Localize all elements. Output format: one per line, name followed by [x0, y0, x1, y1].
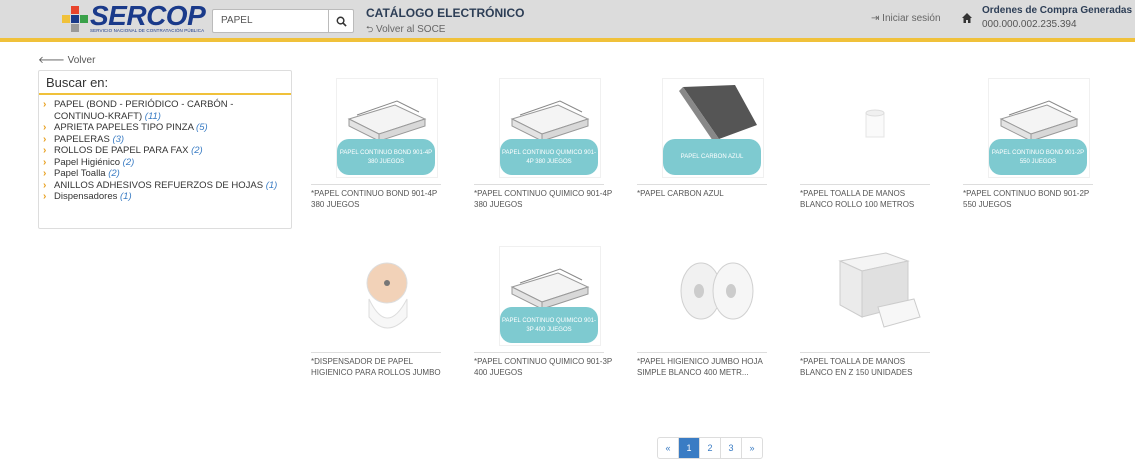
divider	[311, 352, 441, 353]
sercop-logo[interactable]: SERCOP SERVICIO NACIONAL DE CONTRATACIÓN…	[62, 0, 206, 34]
product-name[interactable]: *PAPEL HIGIENICO JUMBO HOJA SIMPLE BLANC…	[637, 356, 777, 378]
towel-roll-image[interactable]	[825, 78, 927, 178]
paper-box-image[interactable]: PAPEL CONTINUO BOND 901-2P 550 JUEGOS	[988, 78, 1090, 178]
orders-value: 000.000.002.235.394	[982, 19, 1077, 30]
product-card[interactable]: *PAPEL TOALLA DE MANOS BLANCO ROLLO 100 …	[800, 78, 930, 218]
product-name[interactable]: *DISPENSADOR DE PAPEL HIGIENICO PARA ROL…	[311, 356, 451, 378]
catalog-title: CATÁLOGO ELECTRÓNICO	[366, 6, 525, 20]
product-card[interactable]: PAPEL CONTINUO BOND 901-4P 380 JUEGOS *P…	[311, 78, 441, 218]
jumbo-rolls-image[interactable]	[662, 246, 764, 346]
z-towels-image[interactable]	[825, 246, 927, 346]
product-name[interactable]: *PAPEL CONTINUO QUIMICO 901-4P 380 JUEGO…	[474, 188, 614, 210]
product-card[interactable]: PAPEL CONTINUO QUIMICO 901-4P 380 JUEGOS…	[474, 78, 612, 218]
divider	[800, 352, 930, 353]
filter-item[interactable]: › ROLLOS DE PAPEL PARA FAX (2)	[43, 145, 287, 157]
back-arrow-icon: ⮌	[366, 24, 374, 34]
chevron-right-icon: ›	[43, 179, 47, 191]
pagination-page[interactable]: 2	[700, 438, 721, 458]
product-card[interactable]: PAPEL CARBON AZUL *PAPEL CARBON AZUL	[637, 78, 767, 218]
chevron-right-icon: ›	[43, 99, 47, 110]
divider	[637, 352, 767, 353]
filter-panel: Buscar en: › PAPEL (BOND - PERIÓDICO - CA…	[38, 70, 292, 229]
product-card[interactable]: *DISPENSADOR DE PAPEL HIGIENICO PARA ROL…	[311, 246, 441, 386]
divider	[963, 184, 1093, 185]
product-name[interactable]: *PAPEL CONTINUO BOND 901-4P 380 JUEGOS	[311, 188, 451, 210]
login-label: Iniciar sesión	[882, 13, 941, 24]
filter-item[interactable]: › ANILLOS ADHESIVOS REFUERZOS DE HOJAS (1…	[43, 180, 287, 192]
filter-item[interactable]: › Papel Toalla (2)	[43, 168, 287, 180]
product-name[interactable]: *PAPEL TOALLA DE MANOS BLANCO ROLLO 100 …	[800, 188, 940, 210]
pagination-page[interactable]: 1	[679, 438, 700, 458]
product-name[interactable]: *PAPEL CONTINUO BOND 901-2P 550 JUEGOS	[963, 188, 1103, 210]
login-link[interactable]: ⇥ Iniciar sesión	[871, 13, 941, 24]
filter-item[interactable]: › Dispensadores (1)	[43, 191, 287, 203]
chevron-right-icon: ›	[43, 156, 47, 168]
product-card[interactable]: *PAPEL TOALLA DE MANOS BLANCO EN Z 150 U…	[800, 246, 930, 386]
product-card[interactable]: *PAPEL HIGIENICO JUMBO HOJA SIMPLE BLANC…	[637, 246, 767, 386]
paper-box-image[interactable]: PAPEL CONTINUO BOND 901-4P 380 JUEGOS	[336, 78, 438, 178]
back-label: Volver	[67, 55, 96, 66]
divider	[637, 184, 767, 185]
paper-box-image[interactable]: PAPEL CONTINUO QUIMICO 901-4P 380 JUEGOS	[499, 78, 601, 178]
arrow-left-icon: 🡐	[38, 55, 65, 66]
dispenser-image[interactable]	[336, 246, 438, 346]
home-icon[interactable]	[961, 12, 973, 24]
product-pill: PAPEL CONTINUO BOND 901-2P 550 JUEGOS	[989, 139, 1087, 175]
pagination-page[interactable]: 3	[721, 438, 742, 458]
logo-subtitle: SERVICIO NACIONAL DE CONTRATACIÓN PÚBLIC…	[90, 28, 205, 33]
orders-title: Ordenes de Compra Generadas	[982, 5, 1133, 16]
product-pill: PAPEL CONTINUO BOND 901-4P 380 JUEGOS	[337, 139, 435, 175]
product-card[interactable]: PAPEL CONTINUO BOND 901-2P 550 JUEGOS *P…	[963, 78, 1093, 218]
pagination: « 1 2 3 »	[657, 437, 763, 459]
product-name[interactable]: *PAPEL CARBON AZUL	[637, 188, 777, 199]
back-link[interactable]: 🡐 Volver	[38, 54, 95, 66]
pagination-prev[interactable]: «	[658, 438, 679, 458]
divider	[311, 184, 441, 185]
logo-mark-icon	[62, 6, 88, 32]
divider	[800, 184, 930, 185]
top-header: SERCOP SERVICIO NACIONAL DE CONTRATACIÓN…	[0, 0, 1135, 42]
paper-box-image[interactable]: PAPEL CONTINUO QUIMICO 901-3P 400 JUEGOS	[499, 246, 601, 346]
product-pill: PAPEL CONTINUO QUIMICO 901-3P 400 JUEGOS	[500, 307, 598, 343]
filter-list: › PAPEL (BOND - PERIÓDICO - CARBÓN - CONT…	[43, 99, 287, 203]
carbon-paper-image[interactable]: PAPEL CARBON AZUL	[662, 78, 764, 178]
filter-item[interactable]: › Papel Higiénico (2)	[43, 157, 287, 169]
search-icon	[336, 16, 347, 27]
back-to-soce-link[interactable]: ⮌ Volver al SOCE	[366, 22, 445, 38]
filter-item[interactable]: › PAPELERAS (3)	[43, 134, 287, 146]
product-name[interactable]: *PAPEL CONTINUO QUIMICO 901-3P 400 JUEGO…	[474, 356, 614, 378]
filter-item[interactable]: › PAPEL (BOND - PERIÓDICO - CARBÓN - CONT…	[43, 99, 287, 122]
chevron-right-icon: ›	[43, 133, 47, 145]
search-input[interactable]	[213, 10, 333, 30]
search-button[interactable]	[328, 10, 353, 32]
filter-panel-header: Buscar en:	[39, 71, 291, 95]
chevron-right-icon: ›	[43, 168, 47, 179]
filter-item[interactable]: › APRIETA PAPELES TIPO PINZA (5)	[43, 122, 287, 134]
sign-in-icon: ⇥	[871, 13, 880, 24]
product-name[interactable]: *PAPEL TOALLA DE MANOS BLANCO EN Z 150 U…	[800, 356, 940, 378]
product-card[interactable]: PAPEL CONTINUO QUIMICO 901-3P 400 JUEGOS…	[474, 246, 612, 386]
search-box	[212, 9, 354, 33]
divider	[474, 184, 604, 185]
chevron-right-icon: ›	[43, 145, 47, 156]
pagination-next[interactable]: »	[742, 438, 762, 458]
divider	[474, 352, 604, 353]
product-pill: PAPEL CARBON AZUL	[663, 139, 761, 175]
chevron-right-icon: ›	[43, 122, 47, 133]
filter-panel-title: Buscar en:	[46, 75, 109, 90]
product-pill: PAPEL CONTINUO QUIMICO 901-4P 380 JUEGOS	[500, 139, 598, 175]
back-to-soce-label: Volver al SOCE	[376, 24, 446, 35]
chevron-right-icon: ›	[43, 191, 47, 202]
